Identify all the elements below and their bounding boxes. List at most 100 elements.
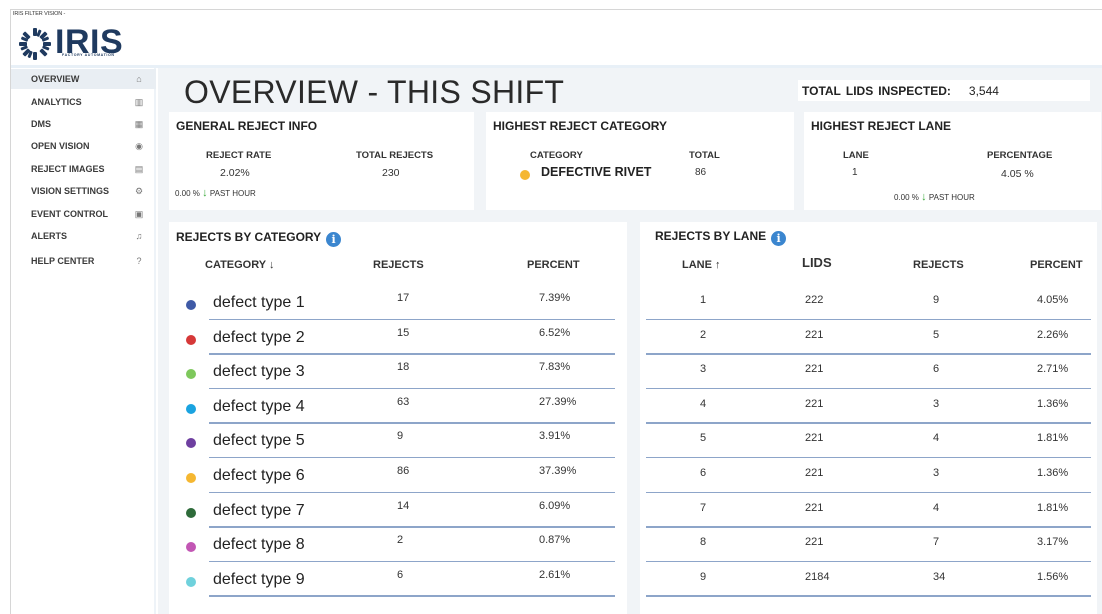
lids-cell: 221 [805, 467, 824, 479]
lids-cell: 222 [805, 294, 824, 306]
category-name: defect type 2 [213, 328, 305, 346]
highest-lane-card: HIGHEST REJECT LANE LANE 1 PERCENTAGE 4.… [804, 112, 1101, 210]
sidebar-item-label: OVERVIEW [31, 74, 80, 84]
table-row[interactable]: 8 221 7 3.17% [640, 528, 1097, 563]
lane-cell: 2 [700, 328, 707, 341]
percent-column-header[interactable]: PERCENT [1030, 259, 1083, 271]
lane-column-header[interactable]: LANE ↑ [682, 259, 721, 271]
iris-logo[interactable]: IRIS FACTORY AUTOMATION [18, 23, 138, 63]
category-value: DEFECTIVE RIVET [541, 165, 652, 179]
table-row[interactable]: 9 2184 34 1.56% [640, 563, 1097, 597]
rejects-cell: 17 [397, 292, 410, 304]
table-row[interactable]: defect type 8 2 0.87% [169, 528, 627, 563]
total-inspected-label: INSPECTED: [878, 83, 951, 98]
table-row[interactable]: 3 221 6 2.71% [640, 355, 1097, 390]
percent-cell: 1.81% [1037, 432, 1069, 445]
card-title: HIGHEST REJECT LANE [811, 119, 952, 133]
rejects-cell: 2 [397, 534, 404, 547]
sidebar-item-vision-settings[interactable]: VISION SETTINGS ⚙ [11, 181, 156, 201]
eye-icon: ◉ [135, 140, 143, 151]
percent-cell: 2.61% [539, 568, 571, 581]
table-row[interactable]: 6 221 3 1.36% [640, 459, 1097, 493]
percent-cell: 1.36% [1037, 467, 1069, 479]
card-title: REJECTS BY CATEGORY i [176, 230, 342, 247]
sidebar-item-alerts[interactable]: ALERTS ♫ [11, 226, 156, 246]
category-color-dot [186, 473, 196, 483]
category-column-header[interactable]: CATEGORY ↓ [205, 259, 274, 271]
table-row[interactable]: 5 221 4 1.81% [640, 424, 1097, 459]
lane-label: LANE [843, 150, 869, 161]
info-icon[interactable]: i [326, 232, 342, 247]
row-divider [209, 595, 615, 597]
table-row[interactable]: defect type 1 17 7.39% [169, 286, 627, 320]
past-hour-delta: 0.00 % ↓ PAST HOUR [894, 191, 975, 203]
sidebar-item-analytics[interactable]: ANALYTICS ▥ [11, 92, 156, 112]
table-row[interactable]: defect type 2 15 6.52% [169, 321, 627, 355]
lids-column-header[interactable]: LIDS [802, 255, 832, 270]
table-row[interactable]: 7 221 4 1.81% [640, 494, 1097, 528]
percent-cell: 0.87% [539, 534, 571, 547]
percent-cell: 3.91% [539, 430, 571, 443]
table-row[interactable]: 4 221 3 1.36% [640, 390, 1097, 424]
delta-label: PAST HOUR [928, 193, 975, 202]
main-content: OVERVIEW - THIS SHIFT TOTAL LIDS INSPECT… [158, 68, 1102, 614]
lane-cell: 6 [700, 467, 707, 479]
rejects-cell: 9 [933, 294, 940, 306]
table-row[interactable]: defect type 7 14 6.09% [169, 494, 627, 528]
percentage-label: PERCENTAGE [987, 150, 1053, 161]
arrow-down-icon: ↓ [202, 187, 208, 199]
lane-value: 1 [852, 167, 858, 178]
sidebar-item-event-control[interactable]: EVENT CONTROL ▣ [11, 204, 156, 224]
sidebar-item-open-vision[interactable]: OPEN VISION ◉ [11, 136, 156, 156]
calendar-icon: ▣ [134, 208, 144, 219]
table-row[interactable]: defect type 4 63 27.39% [169, 390, 627, 424]
rejects-cell: 7 [933, 536, 940, 549]
table-row[interactable]: defect type 5 9 3.91% [169, 424, 627, 459]
file-icon: ▤ [134, 163, 144, 174]
sidebar-item-help-center[interactable]: HELP CENTER ? [11, 251, 156, 271]
sort-down-icon: ↓ [268, 259, 275, 271]
total-rejects-label: TOTAL REJECTS [356, 150, 434, 161]
sidebar-item-label: VISION SETTINGS [31, 186, 110, 196]
table-row[interactable]: defect type 3 18 7.83% [169, 355, 627, 390]
card-title-text: REJECTS BY LANE [655, 229, 767, 243]
rejects-column-header[interactable]: REJECTS [373, 259, 424, 271]
arrow-down-icon: ↓ [921, 191, 927, 203]
sidebar-item-dms[interactable]: DMS ▦ [11, 114, 156, 134]
table-row[interactable]: 2 221 5 2.26% [640, 321, 1097, 355]
rejects-cell: 4 [933, 432, 940, 445]
table-row[interactable]: defect type 9 6 2.61% [169, 563, 627, 597]
help-icon: ? [136, 256, 142, 266]
percent-column-header[interactable]: PERCENT [527, 259, 580, 271]
card-title: GENERAL REJECT INFO [176, 119, 318, 133]
table-row[interactable]: defect type 6 86 37.39% [169, 459, 627, 493]
category-color-dot [186, 334, 196, 345]
rejects-cell: 63 [397, 395, 410, 408]
rejects-cell: 18 [397, 361, 410, 374]
category-name: defect type 3 [213, 363, 305, 381]
card-title: HIGHEST REJECT CATEGORY [493, 119, 668, 133]
percent-cell: 27.39% [539, 395, 577, 408]
percentage-value: 4.05 % [1001, 168, 1034, 180]
rejects-cell: 3 [933, 397, 940, 410]
info-icon[interactable]: i [771, 231, 787, 246]
sidebar-item-label: REJECT IMAGES [31, 164, 105, 174]
category-name: defect type 1 [213, 294, 305, 311]
column-label: CATEGORY [205, 259, 266, 271]
category-color-dot [186, 542, 196, 553]
app-window: IRIS FILTER VISION - IRIS FACTORY AUTOMA… [10, 9, 1102, 614]
sidebar-item-overview[interactable]: OVERVIEW ⌂ [11, 69, 156, 89]
table-row[interactable]: 1 222 9 4.05% [640, 286, 1097, 320]
delta-label: PAST HOUR [209, 189, 256, 198]
percent-cell: 6.09% [539, 499, 571, 512]
lids-cell: 221 [805, 363, 824, 376]
category-color-dot [186, 403, 196, 414]
percent-cell: 1.81% [1037, 501, 1069, 514]
logo-subtitle: FACTORY AUTOMATION [62, 53, 115, 57]
lane-cell: 9 [700, 570, 707, 583]
row-divider [646, 595, 1091, 597]
rejects-column-header[interactable]: REJECTS [913, 259, 964, 271]
sidebar-item-reject-images[interactable]: REJECT IMAGES ▤ [11, 159, 156, 179]
sidebar-item-label: EVENT CONTROL [31, 209, 109, 219]
total-label: TOTAL [802, 83, 841, 98]
